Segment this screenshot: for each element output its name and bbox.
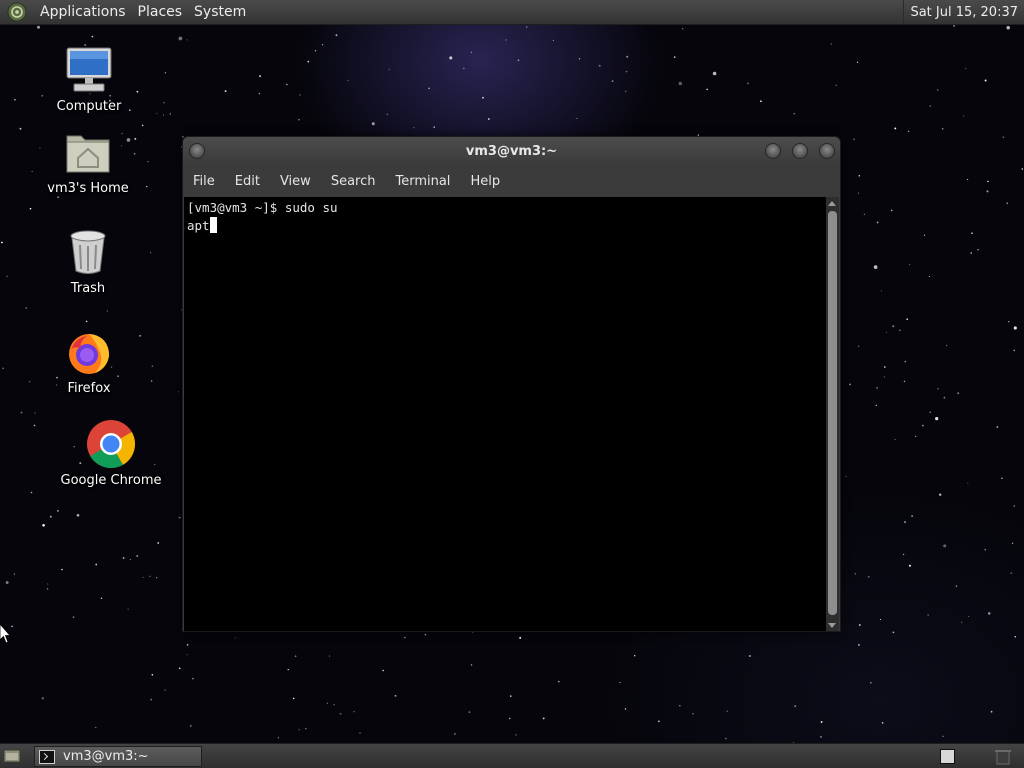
menu-edit[interactable]: Edit — [225, 168, 270, 196]
distro-logo-icon[interactable] — [7, 2, 27, 22]
mouse-pointer-icon — [0, 624, 10, 644]
window-title: vm3@vm3:~ — [465, 144, 558, 159]
text-cursor — [209, 217, 217, 233]
top-panel: Applications Places System Sat Jul 15, 2… — [0, 0, 1024, 25]
menu-places[interactable]: Places — [132, 0, 189, 25]
menu-search[interactable]: Search — [321, 168, 386, 196]
desktop-icon-trash[interactable]: Trash — [28, 226, 148, 296]
scroll-down-icon[interactable] — [828, 623, 836, 628]
menu-view[interactable]: View — [270, 168, 321, 196]
terminal-icon — [39, 749, 55, 764]
menu-system[interactable]: System — [188, 0, 252, 25]
terminal-window[interactable]: vm3@vm3:~ File Edit View Search Terminal… — [182, 136, 841, 632]
minimize-button[interactable] — [765, 143, 781, 159]
firefox-icon — [69, 334, 109, 374]
taskbar-button-label: vm3@vm3:~ — [63, 749, 149, 764]
computer-icon — [66, 47, 112, 92]
desktop-icon-label: Google Chrome — [60, 473, 162, 488]
home-folder-icon — [66, 135, 110, 173]
chrome-icon — [87, 420, 136, 469]
desktop-icon-firefox[interactable]: Firefox — [29, 326, 149, 396]
trash-icon — [70, 230, 106, 274]
menu-help[interactable]: Help — [460, 168, 510, 196]
terminal-scrollbar[interactable] — [826, 197, 839, 631]
menu-applications[interactable]: Applications — [34, 0, 132, 25]
show-desktop-icon[interactable] — [3, 748, 21, 764]
desktop-icon-label: Trash — [70, 281, 106, 296]
terminal-menubar: File Edit View Search Terminal Help — [183, 168, 840, 196]
menu-terminal[interactable]: Terminal — [385, 168, 460, 196]
maximize-button[interactable] — [792, 143, 808, 159]
bottom-panel: vm3@vm3:~ — [0, 743, 1024, 768]
desktop-icon-google-chrome[interactable]: Google Chrome — [51, 418, 171, 488]
clock[interactable]: Sat Jul 15, 20:37 — [903, 0, 1024, 25]
trash-applet-icon[interactable] — [988, 748, 1018, 766]
terminal-input-text: apt — [187, 218, 210, 233]
terminal-output[interactable]: [vm3@vm3 ~]$ sudo su apt — [184, 197, 826, 631]
scroll-up-icon[interactable] — [828, 201, 836, 206]
desktop-icon-label: vm3's Home — [47, 181, 129, 196]
desktop-icon-home[interactable]: vm3's Home — [28, 126, 148, 196]
taskbar-terminal-button[interactable]: vm3@vm3:~ — [34, 746, 202, 767]
close-button[interactable] — [819, 143, 835, 159]
window-titlebar[interactable]: vm3@vm3:~ — [183, 137, 840, 167]
menu-file[interactable]: File — [183, 168, 225, 196]
scrollbar-thumb[interactable] — [828, 211, 837, 615]
desktop-icon-computer[interactable]: Computer — [29, 44, 149, 114]
terminal-line: [vm3@vm3 ~]$ sudo su — [187, 200, 338, 215]
desktop-icon-label: Firefox — [67, 381, 111, 396]
desktop-icon-label: Computer — [56, 99, 122, 114]
terminal-line: apt — [187, 217, 823, 235]
workspace-switcher[interactable] — [940, 749, 955, 764]
